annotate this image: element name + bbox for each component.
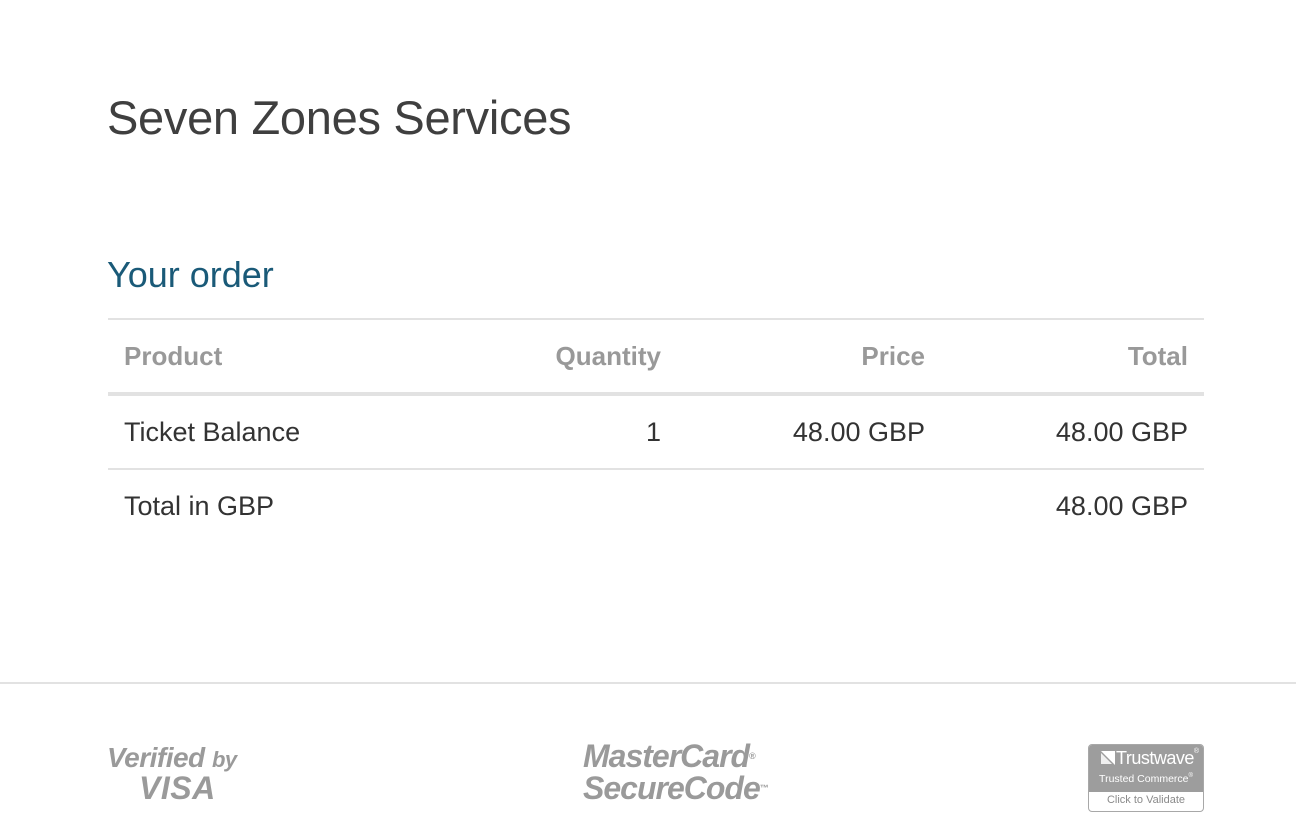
trustwave-seal-header: Trustwave® Trusted Commerce® [1089,745,1203,792]
order-total-value: 48.00 GBP [1055,490,1188,521]
table-row: Ticket Balance 1 48.00 GBP 48.00 GBP [108,394,1204,470]
column-header-total: Total [941,318,1204,396]
order-total-row: Total in GBP 48.00 GBP [108,469,1204,542]
registered-mark: ® [749,751,756,761]
item-total: 48.00 GBP [941,394,1204,470]
registered-mark: ® [1193,748,1199,755]
trustwave-subtitle: Trusted Commerce [1099,773,1189,785]
verified-by-visa-logo: Verified by VISA [107,742,247,806]
visa-by-text: by [211,747,237,772]
mastercard-text: MasterCard [583,738,750,774]
trustwave-brand-text: Trustwave [1116,748,1194,768]
visa-brand-text: VISA [139,770,216,806]
registered-mark: ® [1188,773,1193,779]
column-header-price: Price [677,318,941,396]
click-to-validate-link[interactable]: Click to Validate [1089,794,1203,806]
mastercard-securecode-logo: MasterCard® SecureCode™ [583,738,769,806]
item-price: 48.00 GBP [677,394,941,470]
merchant-title: Seven Zones Services [107,91,572,144]
order-total-label: Total in GBP [124,490,275,521]
column-header-quantity: Quantity [508,318,677,396]
empty-cell [677,469,941,542]
item-quantity: 1 [508,394,677,470]
payment-page: Seven Zones Services Your order Product … [0,0,1296,832]
order-table-header: Product Quantity Price Total [108,318,1204,396]
column-header-product: Product [108,318,508,396]
item-product: Ticket Balance [108,394,508,470]
empty-cell [508,469,677,542]
visa-verified-text: Verified [107,742,205,773]
trustwave-logo-icon [1101,749,1115,765]
trustwave-seal-button[interactable]: Trustwave® Trusted Commerce® Click to Va… [1088,744,1204,812]
order-heading: Your order [107,254,274,295]
order-table: Product Quantity Price Total Ticket Bala… [108,318,1204,542]
securecode-text: SecureCode [583,770,761,806]
footer-divider [0,682,1296,684]
trademark-mark: ™ [759,783,769,793]
